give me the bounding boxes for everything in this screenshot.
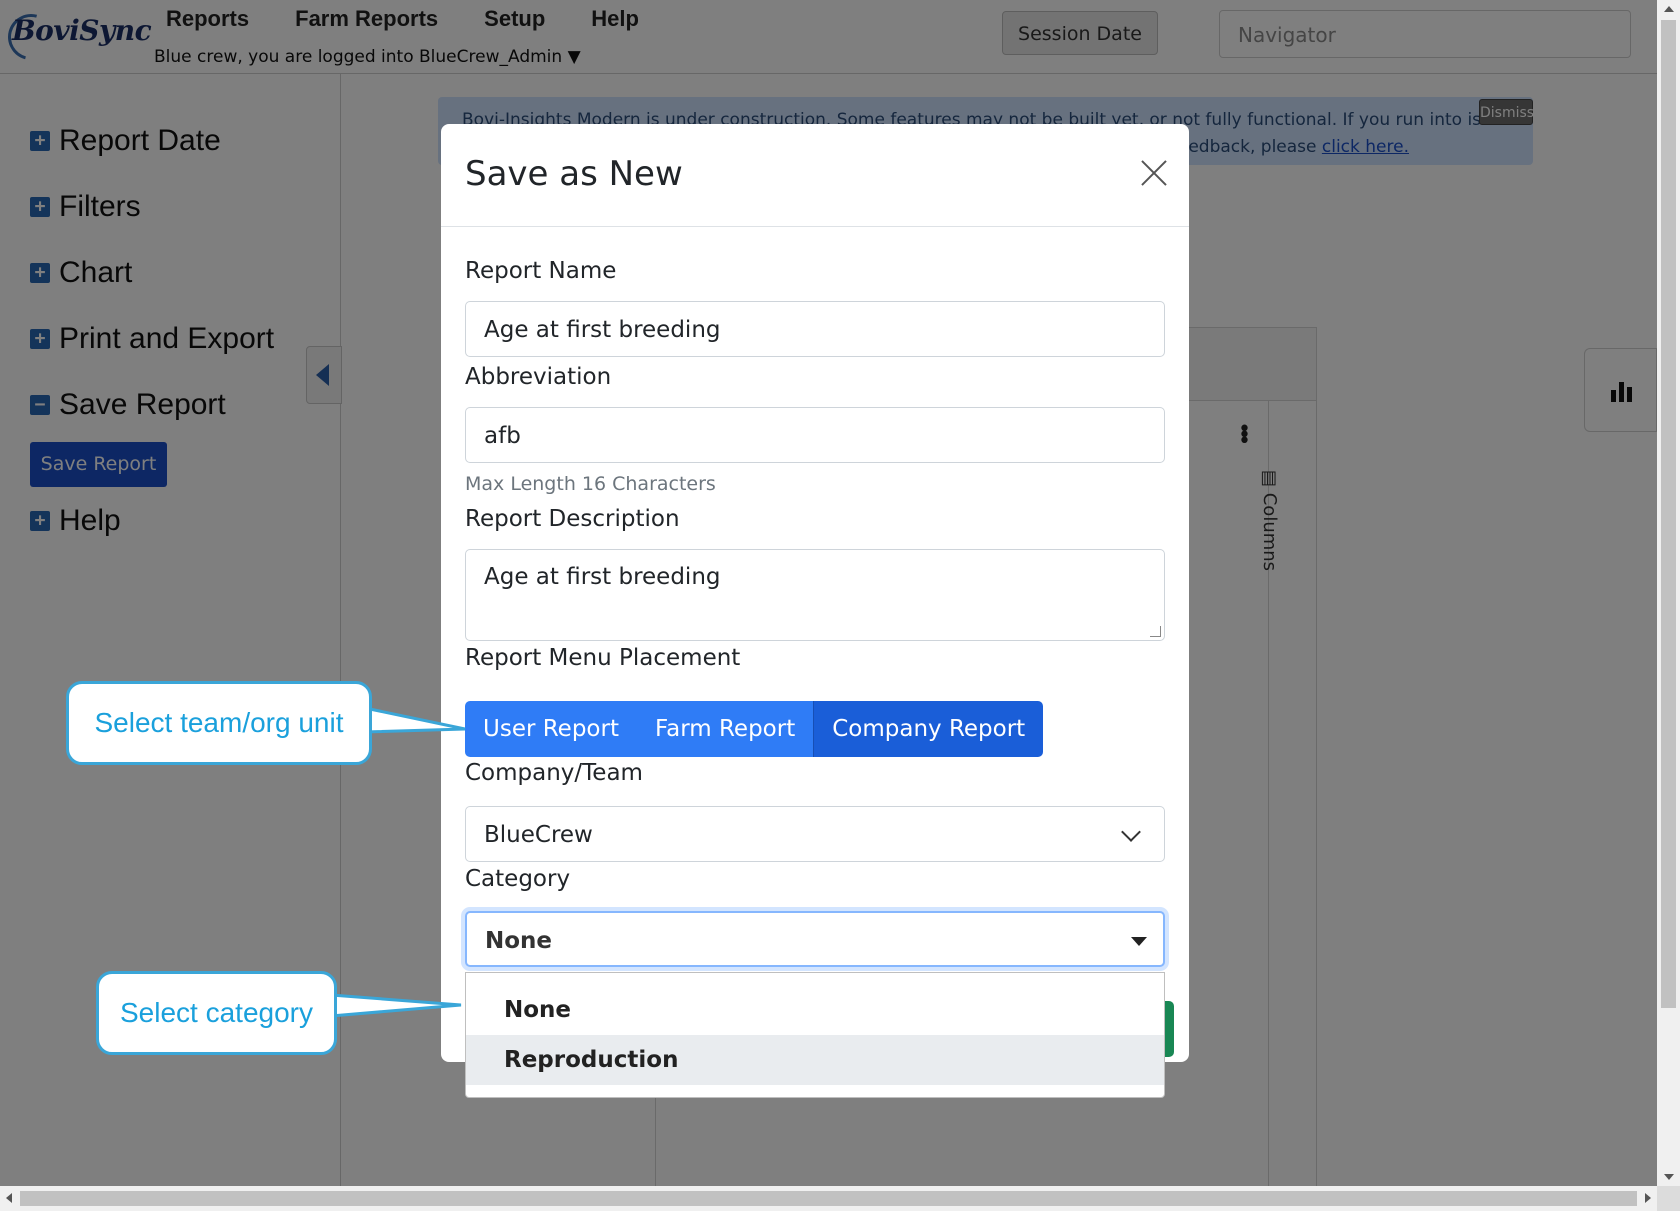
placement-label: Report Menu Placement: [465, 645, 741, 671]
category-dropdown-list: None Reproduction: [465, 972, 1165, 1098]
vertical-scrollbar[interactable]: [1657, 0, 1680, 1186]
horizontal-scroll-thumb[interactable]: [20, 1191, 1637, 1206]
callout-select-category: Select category: [96, 971, 337, 1055]
report-name-input[interactable]: Age at first breeding: [465, 301, 1165, 357]
category-option-reproduction[interactable]: Reproduction: [466, 1035, 1164, 1085]
description-label: Report Description: [465, 506, 680, 532]
callout-pointer-team: [363, 706, 466, 734]
save-as-new-modal: Save as New Report Name Age at first bre…: [441, 124, 1189, 1062]
modal-title: Save as New: [465, 154, 683, 194]
scroll-right-icon[interactable]: [1645, 1193, 1651, 1203]
description-text: Age at first breeding: [484, 564, 721, 590]
abbreviation-label: Abbreviation: [465, 364, 612, 390]
category-select[interactable]: None: [465, 911, 1165, 967]
resize-grip-icon[interactable]: [1150, 626, 1161, 637]
category-value: None: [485, 928, 553, 954]
placement-button-group: User Report Farm Report Company Report: [465, 701, 1044, 757]
scroll-down-icon[interactable]: [1664, 1174, 1674, 1180]
user-report-button[interactable]: User Report: [465, 701, 637, 757]
scroll-left-icon[interactable]: [6, 1193, 12, 1203]
category-option-none[interactable]: None: [466, 985, 1164, 1035]
modal-header: Save as New: [441, 124, 1189, 227]
description-textarea[interactable]: Age at first breeding: [465, 549, 1165, 641]
farm-report-button[interactable]: Farm Report: [636, 701, 814, 757]
chevron-down-icon: [1121, 822, 1141, 842]
horizontal-scrollbar[interactable]: [0, 1186, 1657, 1211]
company-team-label: Company/Team: [465, 760, 643, 786]
app-window: BoviSync Reports Farm Reports Setup Help…: [0, 0, 1657, 1186]
scroll-up-icon[interactable]: [1664, 6, 1674, 12]
report-name-label: Report Name: [465, 258, 617, 284]
close-icon[interactable]: [1139, 158, 1169, 188]
category-label: Category: [465, 866, 571, 892]
abbreviation-input[interactable]: afb: [465, 407, 1165, 463]
vertical-scroll-thumb[interactable]: [1661, 20, 1676, 1008]
company-team-value: BlueCrew: [484, 822, 593, 848]
scrollbar-corner: [1657, 1186, 1680, 1211]
callout-pointer-category: [329, 993, 462, 1018]
company-team-select[interactable]: BlueCrew: [465, 806, 1165, 862]
callout-select-team: Select team/org unit: [66, 681, 372, 765]
caret-down-icon: [1131, 937, 1147, 946]
company-report-button[interactable]: Company Report: [813, 701, 1044, 757]
abbreviation-hint: Max Length 16 Characters: [465, 473, 716, 495]
